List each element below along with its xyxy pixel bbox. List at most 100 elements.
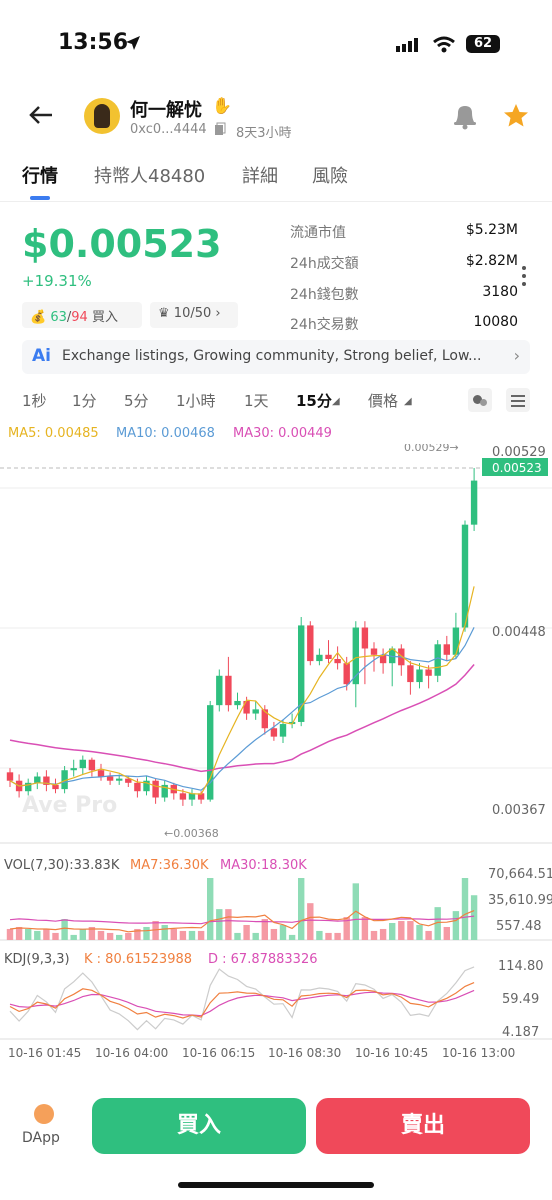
home-indicator [178, 1182, 374, 1188]
vol-axis-1: 70,664.51 [488, 867, 552, 882]
candle-body [52, 784, 59, 790]
kdj-k-label: K : 80.61523988 [84, 952, 193, 967]
battery-level: 62 [473, 36, 493, 51]
tab-risk[interactable]: 風險 [312, 162, 348, 188]
volume-bar [25, 928, 32, 940]
volume-bar [461, 878, 469, 940]
location-arrow-icon [126, 36, 140, 50]
volume-bar [243, 924, 250, 940]
candle-body [34, 776, 41, 783]
volume-bar [6, 928, 14, 940]
candle-body [461, 524, 469, 628]
volume-bar [116, 934, 123, 940]
token-name: 何一解忧 [130, 100, 202, 121]
wallet-pill[interactable]: 💰 63/94 買入 [22, 302, 142, 328]
volume-bar [225, 909, 232, 940]
volume-bar [188, 930, 196, 940]
crown-icon: ♛ [158, 306, 170, 321]
ma10-label: MA10: 0.00468 [116, 426, 215, 441]
candle-body [70, 768, 77, 771]
tab-indicator [30, 196, 50, 200]
money-bag-icon: 💰 [30, 310, 47, 325]
candle-body [370, 648, 378, 655]
dapp-button[interactable]: DApp [22, 1100, 68, 1152]
stat-value-volume: $2.82M [465, 253, 518, 269]
volume-bar [61, 919, 68, 940]
back-arrow-icon[interactable] [28, 104, 54, 126]
volume-bar [288, 934, 296, 940]
candle-body [207, 705, 214, 800]
wallet-pill-buy: 買入 [91, 310, 118, 325]
volume-bar [425, 930, 432, 940]
kdj-d-line [9, 989, 475, 1017]
volume-bar [79, 928, 86, 940]
stat-label-volume: 24h成交額 [290, 256, 359, 272]
indicator-icon[interactable] [468, 388, 492, 412]
candle-body [152, 780, 159, 798]
candle-body [134, 782, 141, 792]
stat-value-wallets: 3180 [482, 284, 518, 300]
volume-bar [125, 932, 132, 940]
ai-summary-text: Exchange listings, Growing community, St… [62, 348, 482, 364]
tab-holders[interactable]: 持幣人48480 [94, 162, 205, 188]
tf-5m[interactable]: 5分 [124, 390, 149, 411]
candle-body [470, 480, 478, 525]
crown-pill[interactable]: ♛ 10/50 › [150, 302, 238, 328]
volume-bar [379, 928, 387, 940]
ma30-line [9, 664, 475, 773]
sell-button[interactable]: 賣出 [316, 1098, 530, 1154]
stat-label-trades: 24h交易數 [290, 317, 359, 333]
time-label-6: 10-16 13:00 [442, 1046, 516, 1060]
volume-bar [261, 919, 268, 940]
volume-bar [15, 926, 23, 940]
vol-axis-2: 35,610.99 [488, 893, 552, 908]
current-price: $0.00523 [22, 222, 222, 266]
stat-value-trades: 10080 [473, 314, 518, 330]
current-price-tag-text: 0.00523 [492, 461, 542, 475]
bell-icon[interactable] [452, 102, 478, 130]
tf-15m[interactable]: 15分 [296, 390, 332, 411]
tab-market[interactable]: 行情 [22, 162, 58, 188]
tf-price[interactable]: 價格 [368, 390, 398, 411]
tf-1h[interactable]: 1小時 [176, 390, 216, 411]
volume-bar [398, 921, 405, 940]
hand-icon: ✋ [212, 96, 232, 115]
tf-1s[interactable]: 1秒 [22, 390, 47, 411]
candle-body [97, 770, 105, 777]
volume-bar [43, 928, 50, 940]
volume-bar [416, 924, 423, 940]
stat-label-wallets: 24h錢包數 [290, 287, 359, 303]
vol-axis-3: 557.48 [496, 919, 542, 934]
signal-icon [396, 38, 418, 52]
candle-body [407, 665, 414, 683]
volume-bar [452, 911, 460, 940]
more-vertical-icon[interactable] [522, 266, 528, 290]
settings-icon[interactable] [506, 388, 530, 412]
axis-price-low: 0.00367 [492, 803, 546, 818]
tf-1d[interactable]: 1天 [244, 390, 269, 411]
volume-bar [179, 930, 187, 940]
axis-price-high: 0.00529 [492, 445, 546, 460]
wallets-b: 94 [71, 310, 88, 325]
high-marker: 0.00529→ [404, 444, 459, 454]
volume-bar [298, 878, 305, 940]
volume-bar [252, 932, 259, 940]
price-change: +19.31% [22, 272, 92, 290]
ai-summary-bar[interactable]: Ai Exchange listings, Growing community,… [22, 340, 530, 374]
candle-body [116, 778, 123, 781]
candle-body [79, 759, 86, 769]
low-marker: ←0.00368 [164, 827, 219, 840]
candlestick-chart[interactable]: Ave Pro 0.00529→ 0.00529 0.00523 0.00448… [0, 444, 552, 844]
stat-value-mcap: $5.23M [465, 222, 518, 238]
token-address[interactable]: 0xc0...4444 [130, 122, 207, 137]
volume-bar [279, 924, 287, 940]
tab-details[interactable]: 詳細 [242, 162, 278, 188]
tf-1m[interactable]: 1分 [72, 390, 97, 411]
candle-body [443, 644, 450, 655]
star-icon[interactable] [502, 102, 530, 130]
kdj-axis-3: 4.187 [502, 1025, 539, 1040]
time-label-3: 10-16 06:15 [182, 1046, 256, 1060]
triangle-down-icon: ◢ [332, 396, 340, 407]
buy-button[interactable]: 買入 [92, 1098, 306, 1154]
copy-icon[interactable] [214, 122, 226, 136]
